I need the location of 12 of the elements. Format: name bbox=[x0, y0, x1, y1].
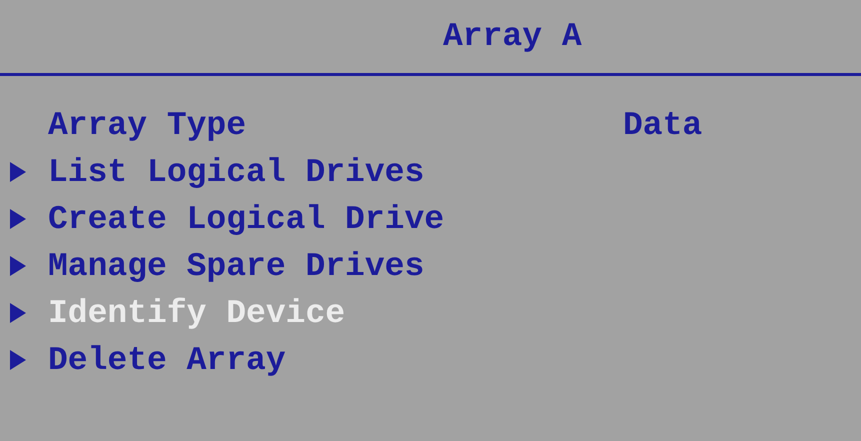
arrow-icon bbox=[10, 350, 26, 370]
field-value: Data bbox=[623, 108, 702, 142]
arrow-icon bbox=[10, 303, 26, 323]
menu-item[interactable]: Manage Spare Drives bbox=[48, 250, 424, 282]
menu-item[interactable]: Delete Array bbox=[48, 344, 286, 376]
field-label: Array Type bbox=[48, 108, 248, 142]
menu-item[interactable]: Create Logical Drive bbox=[48, 202, 444, 236]
menu-item[interactable]: List Logical Drives bbox=[48, 156, 424, 188]
arrow-icon bbox=[10, 162, 26, 182]
arrow-icon bbox=[10, 209, 26, 229]
screen-title: Array A bbox=[443, 20, 582, 53]
arrow-icon bbox=[10, 256, 26, 276]
